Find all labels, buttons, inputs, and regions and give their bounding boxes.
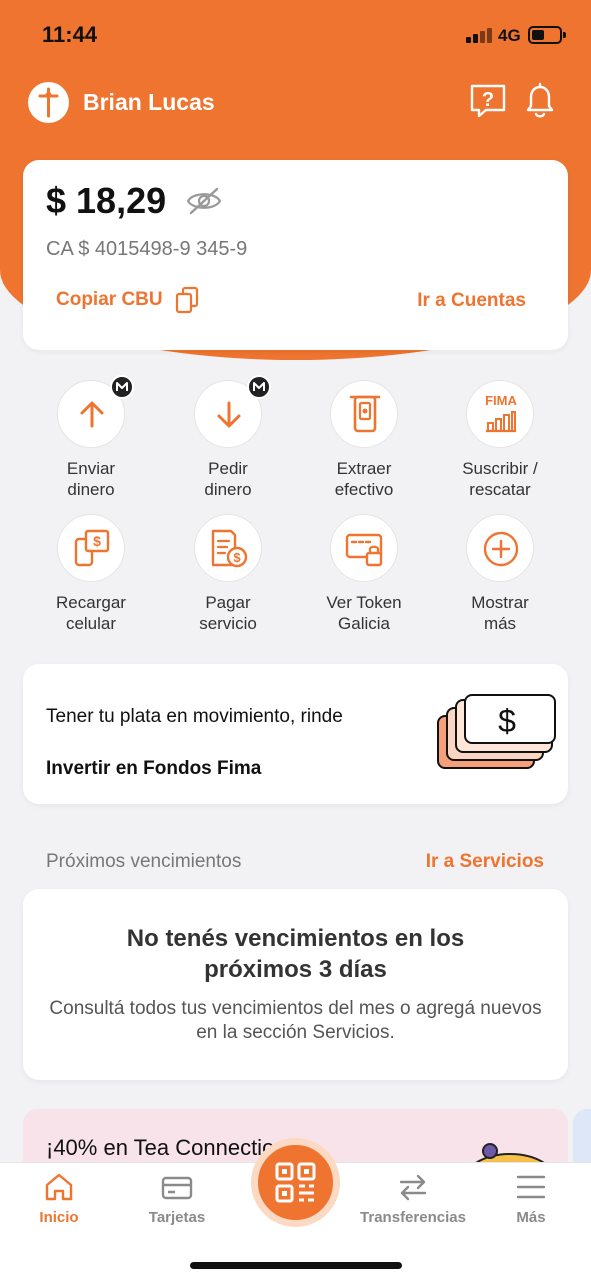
nav-transfers-label: Transferencias xyxy=(360,1209,466,1226)
card-icon xyxy=(161,1176,193,1200)
withdraw-cash-button[interactable] xyxy=(330,380,398,448)
token-icon xyxy=(345,533,383,567)
bank-logo-avatar[interactable] xyxy=(28,82,69,123)
qr-scan-button[interactable] xyxy=(251,1138,340,1227)
modo-badge-icon xyxy=(110,375,134,399)
money-bills-icon: $ xyxy=(437,694,556,769)
eye-hidden-icon[interactable] xyxy=(185,186,223,216)
network-type: 4G xyxy=(498,26,521,45)
copy-icon xyxy=(175,286,198,314)
withdraw-cash-action[interactable]: Extraer efectivo xyxy=(296,380,432,500)
nav-cards[interactable]: Tarjetas xyxy=(118,1171,236,1226)
nav-more-label: Más xyxy=(516,1209,546,1226)
upcoming-section-title: Próximos vencimientos xyxy=(46,851,242,872)
action-label: Suscribir / rescatar xyxy=(462,459,538,499)
nav-home[interactable]: Inicio xyxy=(0,1171,118,1226)
nav-home-label: Inicio xyxy=(39,1209,79,1226)
atm-icon xyxy=(349,395,381,433)
fima-subscribe-button[interactable]: FIMA xyxy=(466,380,534,448)
nav-more[interactable]: Más xyxy=(472,1171,590,1226)
phone-recharge-icon: $ xyxy=(74,529,110,567)
fima-chart-icon xyxy=(486,411,516,433)
banner-title: ¡40% en Tea Connection! xyxy=(46,1135,293,1160)
status-bar: 11:44 4G xyxy=(0,0,591,70)
upcoming-empty-card: No tenés vencimientos en los próximos 3 … xyxy=(23,889,568,1080)
menu-icon xyxy=(516,1175,546,1199)
go-to-services-link[interactable]: Ir a Servicios xyxy=(426,851,544,873)
pay-service-action[interactable]: $ Pagar servicio xyxy=(160,514,296,634)
help-icon[interactable]: ? xyxy=(469,83,507,119)
recharge-phone-action[interactable]: $ Recargar celular xyxy=(23,514,159,634)
copy-cbu-label: Copiar CBU xyxy=(56,289,163,310)
home-indicator xyxy=(190,1262,402,1269)
recharge-phone-button[interactable]: $ xyxy=(57,514,125,582)
bill-pay-icon: $ xyxy=(211,529,248,568)
action-label: Enviar dinero xyxy=(66,459,116,499)
svg-text:$: $ xyxy=(233,550,241,565)
svg-text:$: $ xyxy=(498,703,516,739)
request-money-action[interactable]: Pedir dinero xyxy=(160,375,296,500)
action-label: Pedir dinero xyxy=(204,459,252,499)
transfer-icon xyxy=(399,1174,427,1201)
signal-icon xyxy=(466,27,494,43)
request-money-button[interactable] xyxy=(194,375,271,448)
empty-state-title: No tenés vencimientos en los próximos 3 … xyxy=(126,925,465,983)
plus-circle-icon xyxy=(483,531,519,567)
action-label: Pagar servicio xyxy=(199,593,257,633)
home-icon xyxy=(45,1173,73,1201)
pay-service-button[interactable]: $ xyxy=(194,514,262,582)
fima-subscribe-action[interactable]: FIMA Suscribir / rescatar xyxy=(432,380,568,500)
action-label: Mostrar más xyxy=(471,593,529,633)
promo-title: Tener tu plata en movimiento, rinde xyxy=(46,706,343,727)
send-money-button[interactable] xyxy=(57,375,134,448)
show-more-button[interactable] xyxy=(466,514,534,582)
battery-icon xyxy=(528,26,566,44)
show-more-action[interactable]: Mostrar más xyxy=(432,514,568,634)
invest-fima-link[interactable]: Invertir en Fondos Fima xyxy=(46,758,261,780)
action-label: Extraer efectivo xyxy=(334,459,394,499)
nav-transfers[interactable]: Transferencias xyxy=(354,1171,472,1226)
status-time: 11:44 xyxy=(42,22,98,47)
view-token-button[interactable] xyxy=(330,514,398,582)
action-label: Recargar celular xyxy=(56,593,126,633)
go-to-accounts-link[interactable]: Ir a Cuentas xyxy=(417,290,526,312)
action-label: Ver Token Galicia xyxy=(326,593,402,633)
nav-cards-label: Tarjetas xyxy=(148,1209,206,1226)
qr-code-icon xyxy=(275,1162,316,1203)
svg-text:$: $ xyxy=(93,533,101,549)
account-card: $ 18,29 CA $ 4015498-9 345-9 Copiar CBU … xyxy=(23,160,568,350)
account-number: CA $ 4015498-9 345-9 xyxy=(46,238,248,260)
empty-state-description: Consultá todos tus vencimientos del mes … xyxy=(49,998,542,1043)
fima-promo-card[interactable]: Tener tu plata en movimiento, rinde Inve… xyxy=(23,664,568,804)
user-name[interactable]: Brian Lucas xyxy=(83,89,215,116)
copy-cbu-button[interactable]: Copiar CBU xyxy=(56,286,199,314)
svg-text:?: ? xyxy=(482,89,494,111)
send-money-action[interactable]: Enviar dinero xyxy=(23,375,159,500)
balance-amount: $ 18,29 xyxy=(46,180,167,221)
view-token-action[interactable]: Ver Token Galicia xyxy=(296,514,432,634)
bell-icon[interactable] xyxy=(524,82,556,120)
modo-badge-icon xyxy=(247,375,271,399)
